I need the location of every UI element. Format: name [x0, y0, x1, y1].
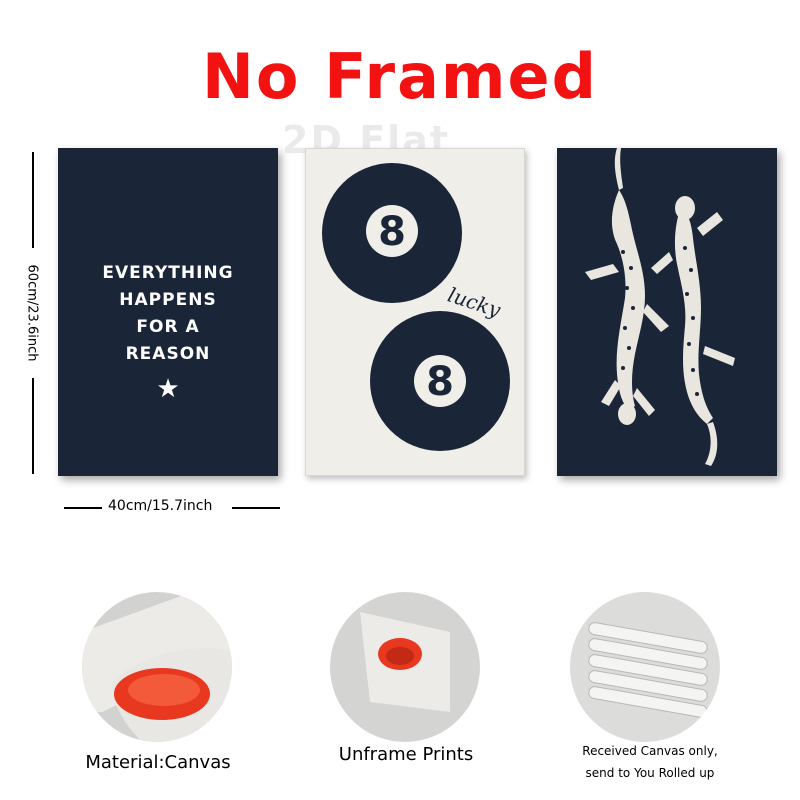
- height-dimension-line-bottom: [32, 378, 34, 474]
- poster-lucky-eight-ball: 8 8 lucky: [305, 148, 525, 476]
- poster-everything-happens: EVERYTHING HAPPENS FOR A REASON ★: [58, 148, 278, 476]
- leopard-illustration: [585, 148, 735, 466]
- rolled-canvas-photo: [570, 592, 720, 742]
- width-dimension-label: 40cm/15.7inch: [108, 498, 213, 514]
- quote-line: HAPPENS: [119, 290, 217, 310]
- quote-line: EVERYTHING: [102, 263, 234, 283]
- feature-caption-rolled: Received Canvas only, send to You Rolled…: [560, 740, 740, 784]
- feature-caption-material: Material:Canvas: [85, 752, 231, 773]
- quote-line: REASON: [125, 344, 211, 364]
- leopard-right: [651, 196, 735, 466]
- poster-quote: EVERYTHING HAPPENS FOR A REASON: [58, 260, 278, 368]
- height-dimension-line-top: [32, 152, 34, 248]
- height-dimension-label: 60cm/23.6inch: [24, 264, 40, 362]
- eight-ball-illustration: 8 8 lucky: [322, 163, 510, 451]
- canvas-material-photo: [82, 592, 232, 742]
- eight-ball-top-number: 8: [378, 209, 406, 255]
- unframed-roll-photo: [330, 592, 480, 742]
- star-icon: ★: [156, 374, 180, 404]
- width-dimension-line-left: [64, 507, 102, 509]
- caption-line: Received Canvas only,: [582, 744, 718, 758]
- eight-ball-bottom-number: 8: [426, 359, 454, 405]
- page-title: No Framed: [202, 40, 598, 113]
- caption-line: send to You Rolled up: [585, 766, 715, 780]
- quote-line: FOR A: [136, 317, 200, 337]
- poster-leopards: [557, 148, 777, 476]
- feature-caption-unframe: Unframe Prints: [338, 744, 474, 765]
- width-dimension-line-right: [232, 507, 280, 509]
